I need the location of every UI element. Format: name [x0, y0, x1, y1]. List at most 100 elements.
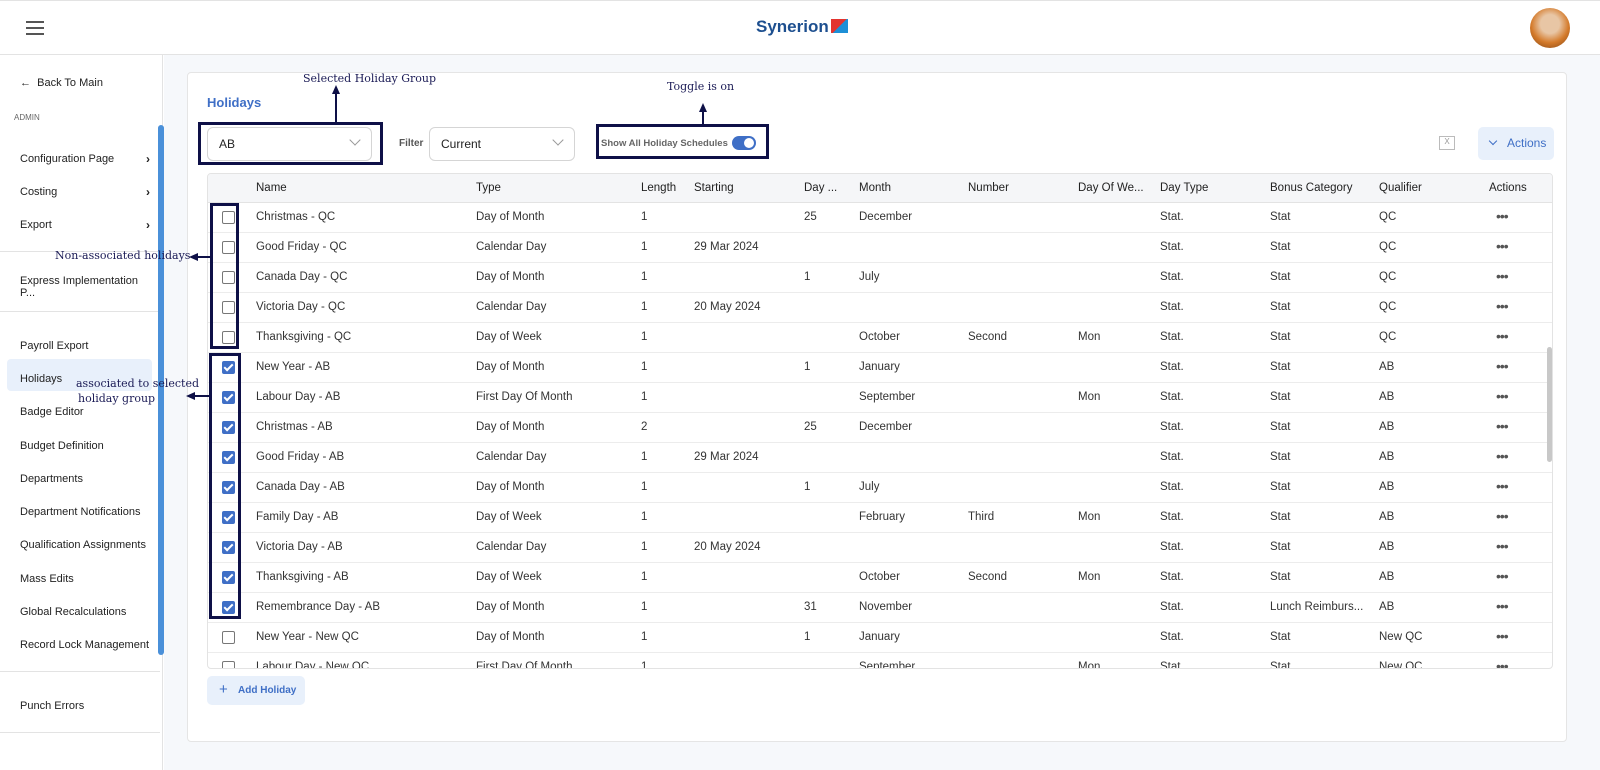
excel-export-icon[interactable]: X — [1439, 136, 1455, 150]
more-actions-icon[interactable]: ••• — [1496, 658, 1509, 668]
annotation-arrow — [193, 395, 209, 397]
excel-glyph: X — [1444, 137, 1450, 146]
column-header[interactable]: Starting — [694, 182, 734, 194]
sidebar-item-export[interactable]: Export › — [20, 218, 150, 232]
divider — [0, 311, 160, 312]
sidebar-item-record-lock-management[interactable]: Record Lock Management — [20, 639, 150, 651]
page-title: Holidays — [207, 95, 262, 110]
cell-type: First Day Of Month — [476, 661, 573, 669]
column-header[interactable]: Bonus Category — [1270, 182, 1352, 194]
column-header[interactable]: Number — [968, 182, 1009, 194]
column-header[interactable]: Qualifier — [1379, 182, 1422, 194]
avatar[interactable] — [1530, 8, 1570, 48]
cell-day-type: Stat. — [1160, 571, 1184, 583]
more-actions-icon[interactable]: ••• — [1496, 598, 1509, 614]
cell-type: Calendar Day — [476, 241, 547, 253]
more-actions-icon[interactable]: ••• — [1496, 238, 1509, 254]
sidebar-item-label: Departments — [20, 473, 83, 485]
more-actions-icon[interactable]: ••• — [1496, 328, 1509, 344]
add-holiday-button[interactable]: Add Holiday — [207, 676, 305, 705]
table-row[interactable]: Canada Day - AB Day of Month 1 1 July Stat. St… — [208, 473, 1552, 503]
column-header[interactable]: Length — [641, 182, 676, 194]
annotation-assoc-line1: associated to selected — [76, 377, 200, 390]
sidebar: ← Back To Main ADMIN Configuration Page ›… — [0, 55, 164, 770]
table-row[interactable]: New Year - AB Day of Month 1 1 January Stat. S… — [208, 353, 1552, 383]
column-header[interactable]: Day ... — [804, 182, 837, 194]
table-row[interactable]: Thanksgiving - QC Day of Week 1 October Seco… — [208, 323, 1552, 353]
cell-day-of-we: Mon — [1078, 391, 1101, 403]
more-actions-icon[interactable]: ••• — [1496, 358, 1509, 374]
table-row[interactable]: Labour Day - New QC First Day Of Month 1 Se… — [208, 653, 1552, 669]
column-header[interactable]: Name — [256, 182, 287, 194]
more-actions-icon[interactable]: ••• — [1496, 298, 1509, 314]
more-actions-icon[interactable]: ••• — [1496, 268, 1509, 284]
cell-name: New Year - New QC — [256, 631, 359, 643]
column-header[interactable]: Actions — [1489, 182, 1527, 194]
annotation-arrow — [335, 92, 337, 122]
more-actions-icon[interactable]: ••• — [1496, 478, 1509, 494]
cell-month: October — [859, 571, 900, 583]
table-row[interactable]: New Year - New QC Day of Month 1 1 January St… — [208, 623, 1552, 653]
more-actions-icon[interactable]: ••• — [1496, 388, 1509, 404]
sidebar-item-punch-errors[interactable]: Punch Errors — [20, 700, 150, 712]
cell-starting: 29 Mar 2024 — [694, 451, 759, 463]
column-header[interactable]: Month — [859, 182, 891, 194]
more-actions-icon[interactable]: ••• — [1496, 418, 1509, 434]
cell-type: Calendar Day — [476, 451, 547, 463]
sidebar-item-qualification-assignments[interactable]: Qualification Assignments — [20, 539, 150, 551]
sidebar-item-mass-edits[interactable]: Mass Edits — [20, 573, 150, 585]
cell-qualifier: AB — [1379, 571, 1395, 583]
column-header[interactable]: Day Type — [1160, 182, 1208, 194]
sidebar-item-costing[interactable]: Costing › — [20, 185, 150, 199]
annotation-box-toggle — [596, 124, 769, 159]
table-row[interactable]: Victoria Day - AB Calendar Day 1 20 May 202… — [208, 533, 1552, 563]
back-to-main-link[interactable]: ← Back To Main — [20, 77, 150, 89]
hamburger-menu-icon[interactable] — [26, 21, 44, 35]
cell-qualifier: AB — [1379, 451, 1395, 463]
table-row[interactable]: Remembrance Day - AB Day of Month 1 31 Novem… — [208, 593, 1552, 623]
table-row[interactable]: Christmas - QC Day of Month 1 25 December Sta… — [208, 203, 1552, 233]
sidebar-item-express-implementation-p[interactable]: Express Implementation P... — [20, 275, 150, 299]
cell-name: Good Friday - AB — [256, 451, 345, 463]
actions-button[interactable]: Actions — [1478, 127, 1554, 160]
cell-length: 1 — [641, 361, 648, 373]
more-actions-icon[interactable]: ••• — [1496, 628, 1509, 644]
cell-length: 1 — [641, 331, 648, 343]
cell-starting: 20 May 2024 — [694, 541, 761, 553]
more-actions-icon[interactable]: ••• — [1496, 208, 1509, 224]
more-actions-icon[interactable]: ••• — [1496, 508, 1509, 524]
table-row[interactable]: Thanksgiving - AB Day of Week 1 October Seco… — [208, 563, 1552, 593]
column-header[interactable]: Day Of We... — [1078, 182, 1144, 194]
column-header[interactable]: Type — [476, 182, 501, 194]
table-row[interactable]: Victoria Day - QC Calendar Day 1 20 May 202… — [208, 293, 1552, 323]
filter-select[interactable]: Current — [429, 127, 575, 161]
table-row[interactable]: Christmas - AB Day of Month 2 25 December Sta… — [208, 413, 1552, 443]
more-actions-icon[interactable]: ••• — [1496, 448, 1509, 464]
sidebar-item-payroll-export[interactable]: Payroll Export — [20, 340, 150, 352]
row-checkbox[interactable] — [222, 661, 235, 668]
table-row[interactable]: Canada Day - QC Day of Month 1 1 July Stat. St… — [208, 263, 1552, 293]
sidebar-item-label: Qualification Assignments — [20, 539, 146, 551]
sidebar-item-global-recalculations[interactable]: Global Recalculations — [20, 606, 150, 618]
table-row[interactable]: Labour Day - AB First Day Of Month 1 Septem… — [208, 383, 1552, 413]
table-row[interactable]: Good Friday - QC Calendar Day 1 29 Mar 2024… — [208, 233, 1552, 263]
table-scrollbar[interactable] — [1547, 347, 1552, 462]
cell-type: Day of Month — [476, 421, 545, 433]
cell-day: 1 — [804, 361, 811, 373]
cell-month: November — [859, 601, 913, 613]
sidebar-item-department-notifications[interactable]: Department Notifications — [20, 506, 150, 518]
sidebar-item-budget-definition[interactable]: Budget Definition — [20, 440, 150, 452]
more-actions-icon[interactable]: ••• — [1496, 568, 1509, 584]
more-actions-icon[interactable]: ••• — [1496, 538, 1509, 554]
table-row[interactable]: Good Friday - AB Calendar Day 1 29 Mar 2024… — [208, 443, 1552, 473]
sidebar-item-configuration-page[interactable]: Configuration Page › — [20, 152, 150, 166]
sidebar-item-departments[interactable]: Departments — [20, 473, 150, 485]
cell-day-type: Stat. — [1160, 361, 1184, 373]
table-row[interactable]: Family Day - AB Day of Week 1 February Third… — [208, 503, 1552, 533]
row-checkbox[interactable] — [222, 631, 235, 644]
cell-name: Canada Day - QC — [256, 271, 348, 283]
annotation-toggle: Toggle is on — [667, 80, 735, 93]
chevron-right-icon: › — [146, 185, 150, 199]
sidebar-item-badge-editor[interactable]: Badge Editor — [20, 406, 150, 418]
annotation-non-assoc: Non-associated holidays — [55, 249, 191, 262]
